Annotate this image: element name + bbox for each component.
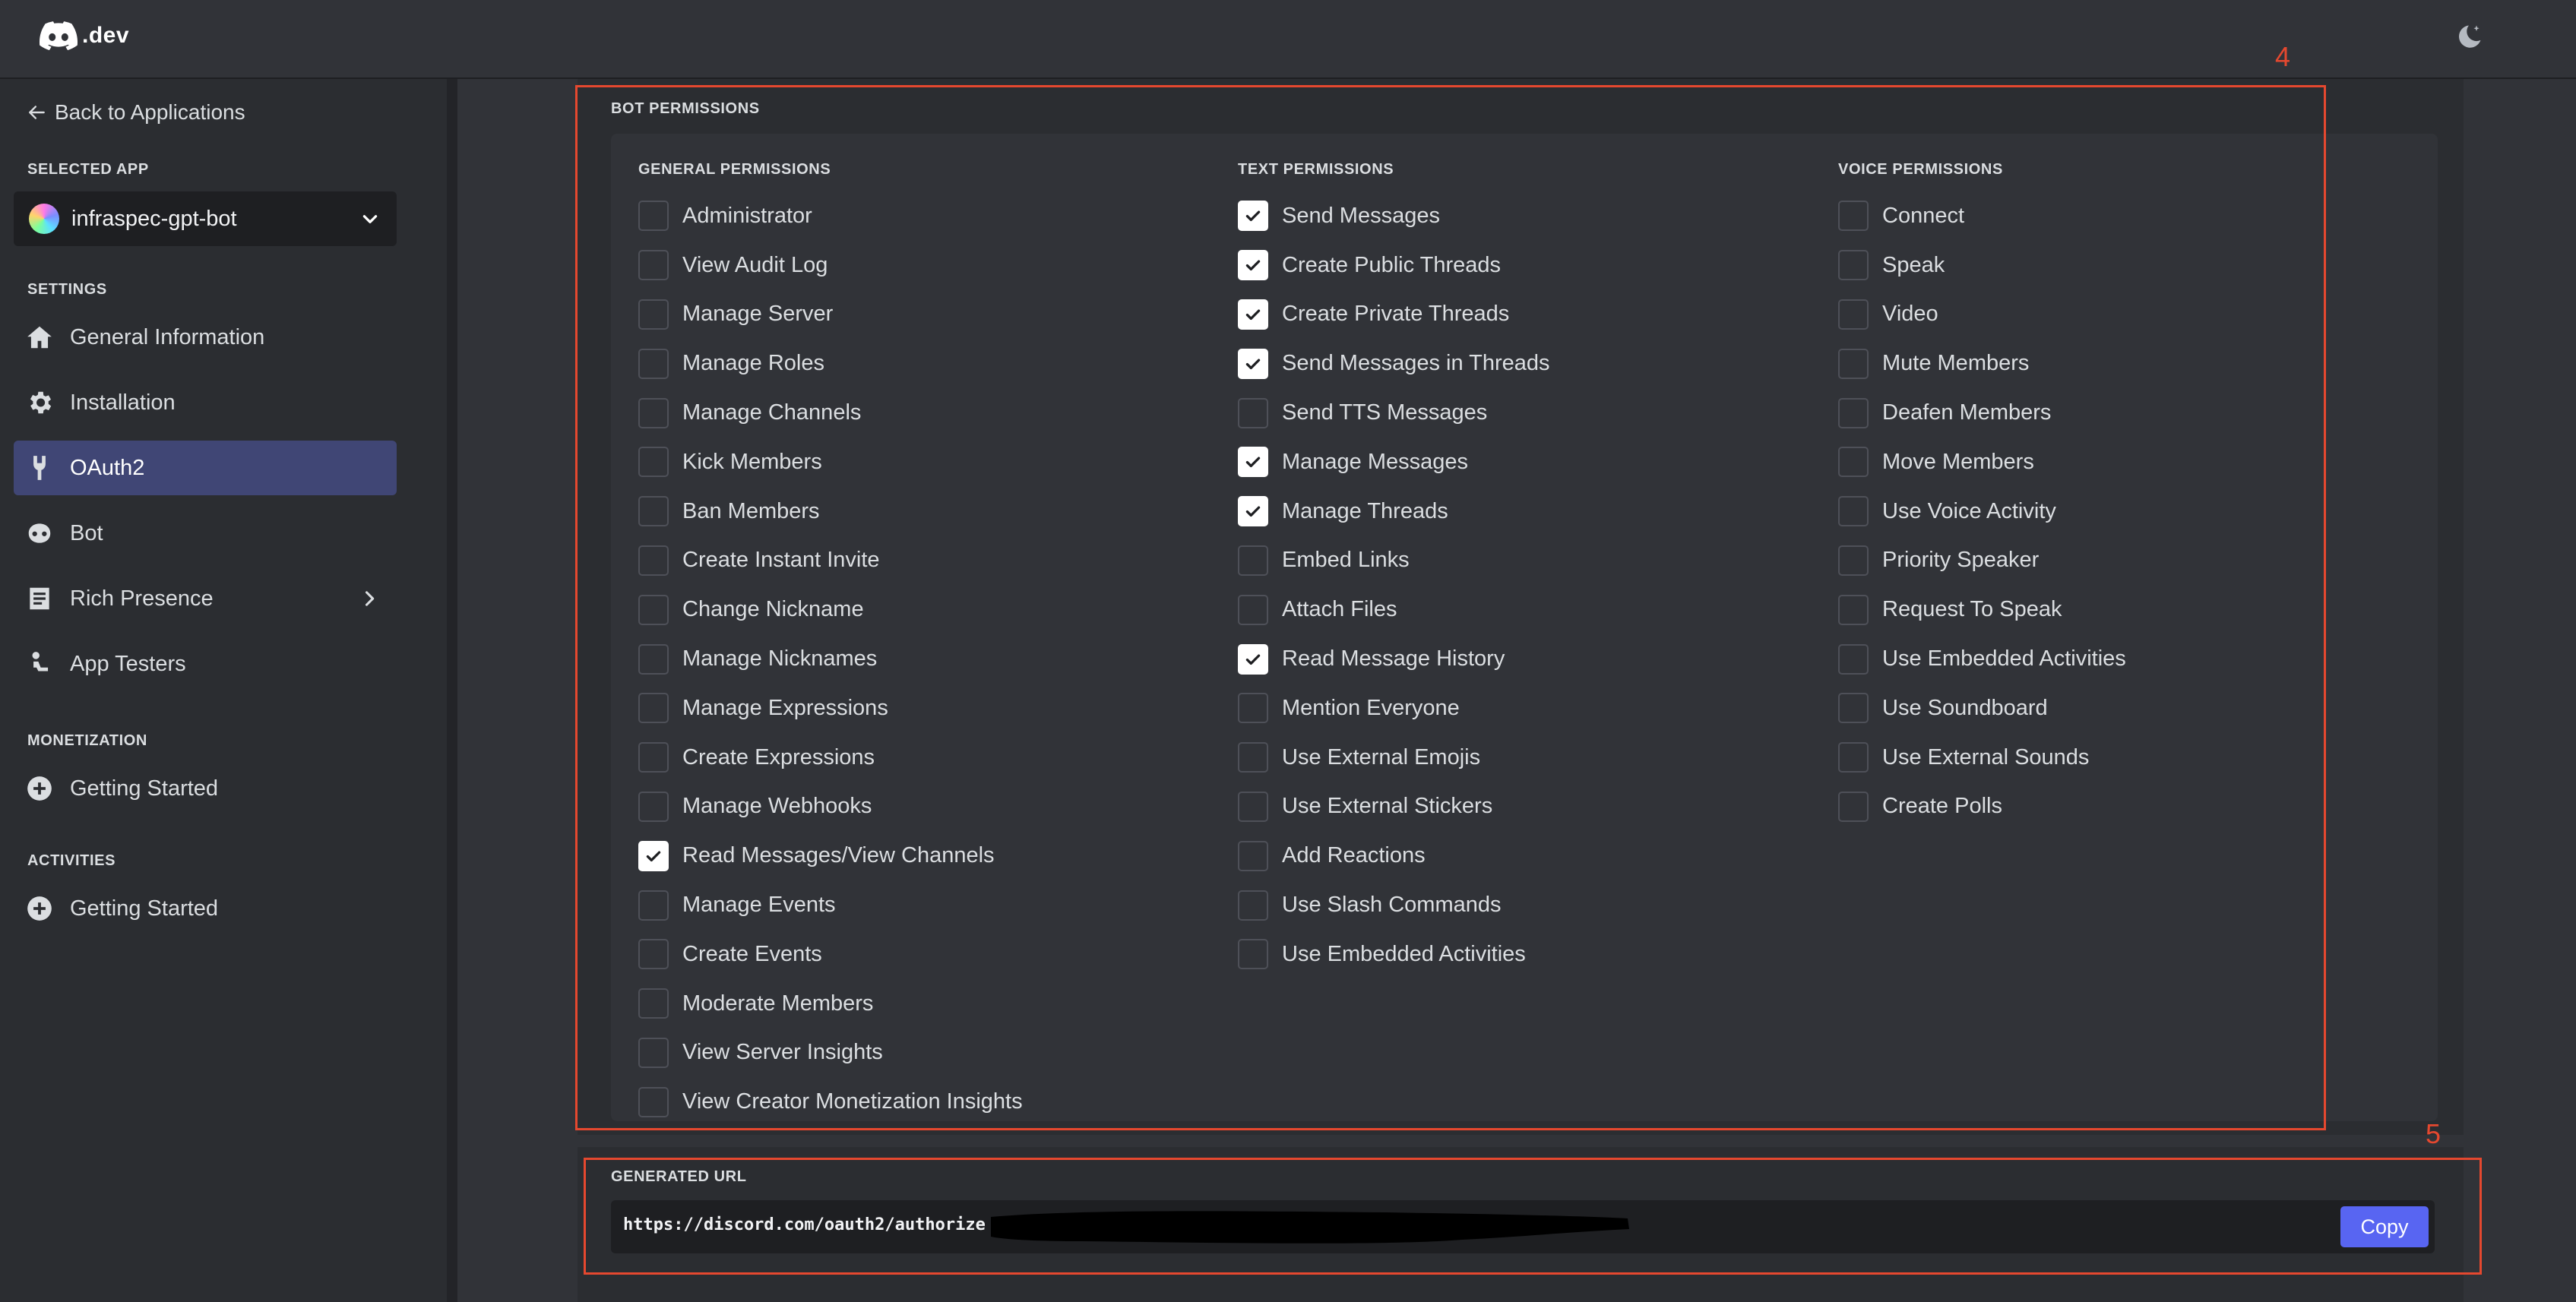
sidebar-item-installation[interactable]: Installation: [14, 375, 397, 430]
discord-logo-icon: [40, 21, 78, 50]
sidebar-item-label: Getting Started: [70, 896, 219, 921]
app-name: infraspec-gpt-bot: [71, 206, 237, 231]
discord-dev-logo[interactable]: .dev: [40, 21, 129, 50]
settings-heading: SETTINGS: [27, 281, 107, 298]
sidebar-item-rich-presence[interactable]: Rich Presence: [14, 571, 397, 626]
sidebar-item-label: Rich Presence: [70, 586, 214, 611]
sidebar-item-label: App Testers: [70, 651, 186, 676]
home-icon: [27, 326, 52, 349]
activities-heading: ACTIVITIES: [27, 852, 116, 869]
arrow-left-icon: [29, 106, 45, 119]
plus-circle-icon: [27, 776, 52, 801]
sidebar-item-app-testers[interactable]: App Testers: [14, 637, 397, 691]
sidebar-item-label: Getting Started: [70, 776, 219, 801]
back-to-applications-link[interactable]: Back to Applications: [27, 100, 245, 125]
brand-suffix: .dev: [82, 23, 130, 48]
sidebar-item-monetization-getting-started[interactable]: Getting Started: [14, 761, 397, 816]
annotation-box-generated-url: [584, 1158, 2482, 1275]
sidebar-item-general-information[interactable]: General Information: [14, 310, 397, 365]
bot-icon: [28, 523, 51, 543]
back-label: Back to Applications: [55, 100, 245, 124]
monetization-heading: MONETIZATION: [27, 732, 147, 749]
annotation-box-permissions: [575, 85, 2326, 1130]
sidebar: Back to Applications SELECTED APP infras…: [0, 79, 447, 1302]
app-selector-dropdown[interactable]: infraspec-gpt-bot: [14, 191, 397, 246]
person-icon: [32, 652, 49, 672]
app-avatar: [29, 204, 59, 234]
chevron-right-icon: [365, 591, 375, 606]
chevron-down-icon: [362, 215, 378, 223]
theme-toggle-button[interactable]: [2451, 21, 2485, 55]
moon-icon: [2458, 25, 2481, 48]
gear-icon: [30, 391, 52, 414]
document-icon: [30, 587, 49, 610]
sidebar-item-activities-getting-started[interactable]: Getting Started: [14, 881, 397, 936]
annotation-number-5: 5: [2426, 1118, 2442, 1149]
sidebar-item-label: Bot: [70, 520, 103, 545]
sidebar-item-label: General Information: [70, 324, 265, 349]
sidebar-item-oauth2[interactable]: OAuth2: [14, 441, 397, 495]
annotation-number-4: 4: [2275, 41, 2291, 72]
plus-circle-icon: [27, 896, 52, 921]
sidebar-item-label: Installation: [70, 390, 176, 415]
wrench-icon: [33, 456, 46, 480]
sidebar-item-label: OAuth2: [70, 455, 145, 480]
sidebar-scroll-rail[interactable]: [447, 79, 457, 1302]
sidebar-item-bot[interactable]: Bot: [14, 506, 397, 561]
selected-app-heading: SELECTED APP: [27, 161, 149, 178]
top-bar: .dev: [0, 0, 2576, 79]
